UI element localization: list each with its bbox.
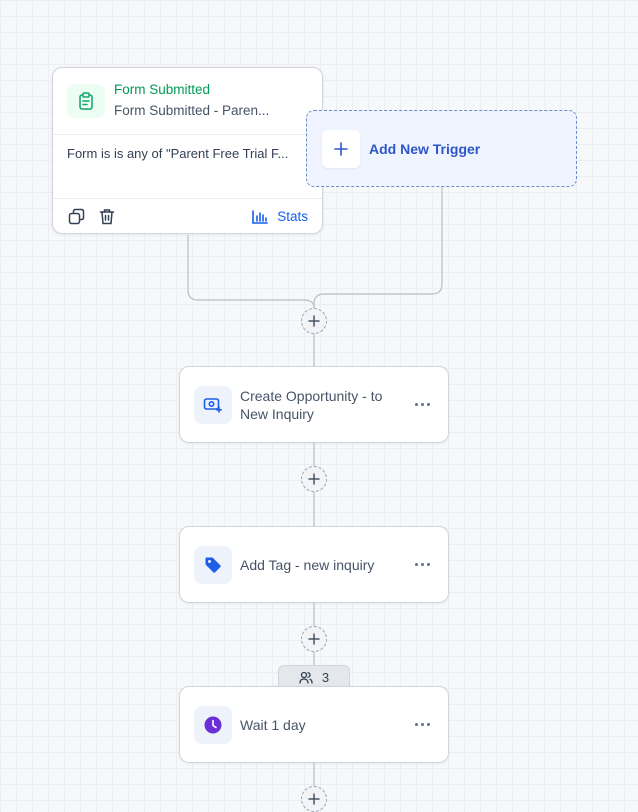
trigger-subtitle: Form Submitted - Paren... bbox=[114, 103, 270, 118]
add-step-button[interactable] bbox=[301, 626, 327, 652]
action-card-add-tag[interactable]: Add Tag - new inquiry bbox=[179, 526, 449, 603]
add-new-trigger-button[interactable]: Add New Trigger bbox=[306, 110, 577, 187]
contacts-count: 3 bbox=[321, 669, 330, 685]
opportunity-icon bbox=[194, 385, 232, 424]
tag-icon bbox=[194, 545, 232, 584]
plus-icon bbox=[308, 473, 320, 485]
add-trigger-label: Add New Trigger bbox=[369, 140, 481, 157]
plus-icon bbox=[308, 793, 320, 805]
more-options-button[interactable] bbox=[411, 559, 434, 570]
workflow-canvas[interactable]: Form Submitted Form Submitted - Paren...… bbox=[0, 0, 638, 812]
more-options-button[interactable] bbox=[411, 719, 434, 730]
clipboard-icon bbox=[67, 84, 105, 118]
bar-chart-icon bbox=[252, 209, 269, 224]
trigger-title: Form Submitted bbox=[114, 82, 211, 97]
add-step-button[interactable] bbox=[301, 308, 327, 334]
clock-icon bbox=[194, 705, 232, 744]
plus-icon bbox=[322, 129, 360, 168]
trash-icon[interactable] bbox=[98, 208, 116, 226]
users-icon bbox=[299, 671, 313, 684]
plus-icon bbox=[308, 633, 320, 645]
stats-button[interactable]: Stats bbox=[252, 209, 308, 224]
add-step-button[interactable] bbox=[301, 466, 327, 492]
action-label: Wait 1 day bbox=[240, 716, 306, 733]
more-options-button[interactable] bbox=[411, 399, 434, 410]
action-label: Add Tag - new inquiry bbox=[240, 556, 375, 573]
action-card-wait[interactable]: Wait 1 day bbox=[179, 686, 449, 763]
copy-icon[interactable] bbox=[67, 208, 85, 226]
trigger-card[interactable]: Form Submitted Form Submitted - Paren...… bbox=[52, 67, 323, 234]
action-card-create-opportunity[interactable]: Create Opportunity - to New Inquiry bbox=[179, 366, 449, 443]
add-step-button[interactable] bbox=[301, 786, 327, 812]
stats-label: Stats bbox=[277, 209, 308, 224]
trigger-footer: Stats bbox=[53, 199, 322, 234]
action-label: Create Opportunity - to New Inquiry bbox=[240, 387, 383, 422]
plus-icon bbox=[308, 315, 320, 327]
trigger-condition: Form is is any of "Parent Free Trial F..… bbox=[53, 135, 322, 199]
trigger-header: Form Submitted Form Submitted - Paren... bbox=[53, 68, 322, 135]
